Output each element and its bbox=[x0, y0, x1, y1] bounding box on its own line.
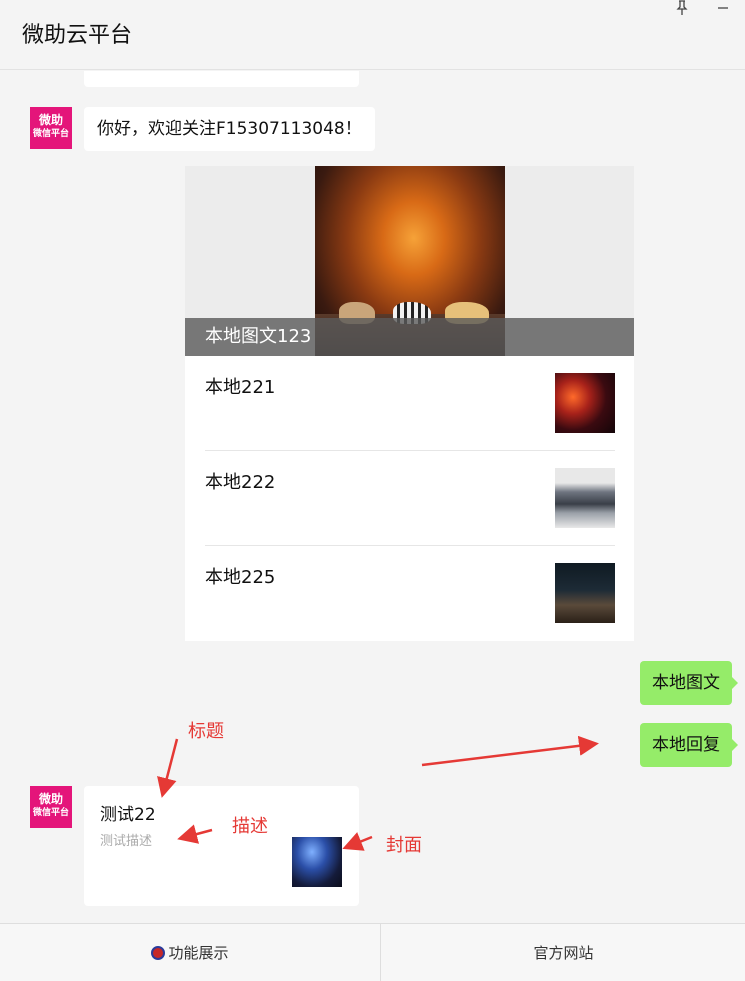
menu-button-label: 功能展示 bbox=[168, 944, 229, 962]
minimize-icon[interactable] bbox=[713, 0, 733, 20]
window-title: 微助云平台 bbox=[22, 23, 133, 48]
title-bar: 微助云平台 bbox=[0, 0, 745, 70]
annotation-arrow bbox=[421, 735, 599, 767]
pin-icon[interactable] bbox=[672, 0, 692, 20]
chat-area[interactable]: 微助 微信平台 你好，欢迎关注F15307113048！ 本地图文123 本地2… bbox=[0, 71, 745, 923]
annotation-arrow bbox=[342, 832, 373, 851]
menu-button-features[interactable]: 功能展示 bbox=[0, 924, 381, 981]
globe-icon bbox=[151, 946, 166, 960]
menu-button-label: 官方网站 bbox=[533, 944, 594, 962]
menu-button-official-site[interactable]: 官方网站 bbox=[382, 924, 745, 981]
bottom-menu-bar: 功能展示 官方网站 bbox=[0, 923, 745, 981]
annotation-arrow bbox=[157, 738, 179, 798]
annotation-arrow bbox=[177, 824, 213, 844]
annotation-arrows bbox=[157, 735, 599, 851]
